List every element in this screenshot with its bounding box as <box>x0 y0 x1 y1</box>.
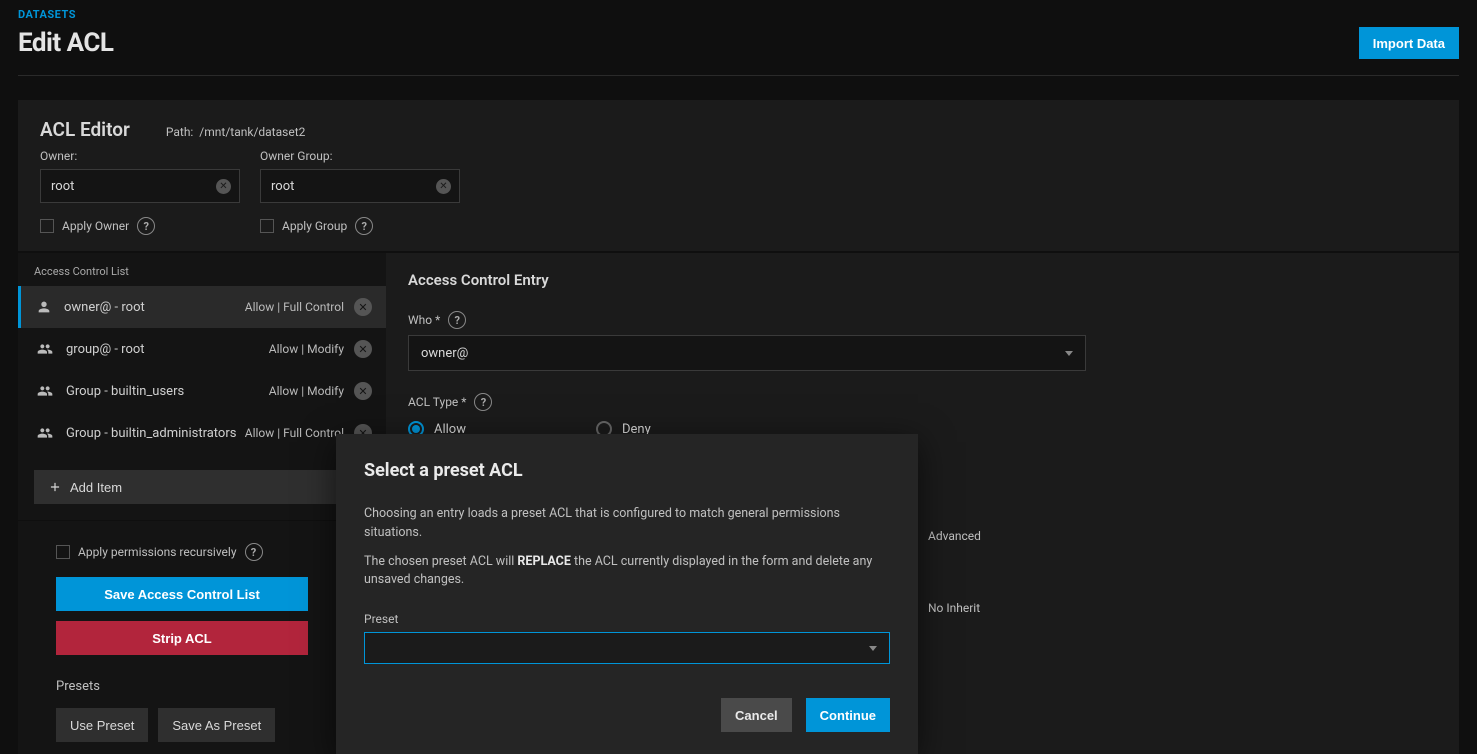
advanced-label: Advanced <box>928 529 981 543</box>
group-icon <box>36 383 54 399</box>
acl-item-builtin-users[interactable]: Group - builtin_users Allow | Modify ✕ <box>18 370 386 412</box>
no-inherit-label: No Inherit <box>928 601 980 615</box>
save-acl-button[interactable]: Save Access Control List <box>56 577 308 611</box>
person-icon <box>36 299 52 315</box>
who-select[interactable]: owner@ <box>408 335 1086 371</box>
cancel-button[interactable]: Cancel <box>721 698 792 732</box>
remove-acl-item-icon[interactable]: ✕ <box>354 298 372 316</box>
preset-field-label: Preset <box>364 612 890 626</box>
apply-recursive-checkbox[interactable] <box>56 545 70 559</box>
acl-list-header: Access Control List <box>18 253 386 286</box>
apply-group-checkbox[interactable] <box>260 219 274 233</box>
presets-heading: Presets <box>56 679 366 694</box>
apply-group-label: Apply Group <box>282 219 347 233</box>
add-item-label: Add Item <box>70 480 122 495</box>
owner-group-label: Owner Group: <box>260 149 460 163</box>
apply-owner-label: Apply Owner <box>62 219 129 233</box>
preset-modal: Select a preset ACL Choosing an entry lo… <box>336 434 918 754</box>
acl-item-perm: Allow | Full Control <box>245 300 344 314</box>
acl-item-perm: Allow | Full Control <box>245 426 344 440</box>
page-title: Edit ACL <box>18 28 113 58</box>
clear-owner-icon[interactable]: ✕ <box>216 179 231 194</box>
remove-acl-item-icon[interactable]: ✕ <box>354 340 372 358</box>
import-data-button[interactable]: Import Data <box>1359 27 1459 59</box>
acl-item-label: Group - builtin_administrators <box>66 426 236 441</box>
continue-button[interactable]: Continue <box>806 698 890 732</box>
who-value: owner@ <box>421 346 468 361</box>
path-display: Path: /mnt/tank/dataset2 <box>166 125 306 139</box>
clear-owner-group-icon[interactable]: ✕ <box>436 179 451 194</box>
group-icon <box>36 425 54 441</box>
remove-acl-item-icon[interactable]: ✕ <box>354 382 372 400</box>
apply-owner-checkbox[interactable] <box>40 219 54 233</box>
owner-group-value: root <box>271 179 294 194</box>
path-value: /mnt/tank/dataset2 <box>199 125 305 139</box>
owner-label: Owner: <box>40 149 240 163</box>
breadcrumb[interactable]: DATASETS <box>18 0 1459 21</box>
chevron-down-icon <box>1065 351 1073 356</box>
acl-item-label: Group - builtin_users <box>66 384 184 399</box>
plus-icon <box>48 480 62 494</box>
acl-editor-card: ACL Editor Path: /mnt/tank/dataset2 Owne… <box>18 100 1459 251</box>
help-icon[interactable]: ? <box>245 543 263 561</box>
path-label: Path: <box>166 125 193 139</box>
owner-input[interactable]: root ✕ <box>40 169 240 203</box>
group-icon <box>36 341 54 357</box>
modal-description-1: Choosing an entry loads a preset ACL tha… <box>364 505 890 543</box>
acl-sidebar: Access Control List owner@ - root Allow … <box>18 253 386 754</box>
save-as-preset-button[interactable]: Save As Preset <box>158 708 275 742</box>
modal-description-2: The chosen preset ACL will REPLACE the A… <box>364 553 890 591</box>
apply-recursive-label: Apply permissions recursively <box>78 545 237 559</box>
acl-type-label: ACL Type * <box>408 395 466 409</box>
help-icon[interactable]: ? <box>137 217 155 235</box>
who-label: Who * <box>408 313 440 327</box>
acl-item-label: group@ - root <box>66 342 145 357</box>
chevron-down-icon <box>869 646 877 651</box>
use-preset-button[interactable]: Use Preset <box>56 708 148 742</box>
acl-item-perm: Allow | Modify <box>269 384 344 398</box>
acl-editor-title: ACL Editor <box>40 118 130 141</box>
preset-select[interactable] <box>364 632 890 664</box>
acl-item-builtin-admins[interactable]: Group - builtin_administrators Allow | F… <box>18 412 386 454</box>
modal-title: Select a preset ACL <box>364 460 890 481</box>
help-icon[interactable]: ? <box>474 393 492 411</box>
owner-group-input[interactable]: root ✕ <box>260 169 460 203</box>
help-icon[interactable]: ? <box>355 217 373 235</box>
add-item-button[interactable]: Add Item <box>34 470 386 504</box>
ace-title: Access Control Entry <box>408 271 1437 289</box>
acl-item-owner[interactable]: owner@ - root Allow | Full Control ✕ <box>18 286 386 328</box>
acl-item-label: owner@ - root <box>64 300 145 315</box>
help-icon[interactable]: ? <box>448 311 466 329</box>
acl-item-group-root[interactable]: group@ - root Allow | Modify ✕ <box>18 328 386 370</box>
acl-item-perm: Allow | Modify <box>269 342 344 356</box>
owner-value: root <box>51 179 74 194</box>
strip-acl-button[interactable]: Strip ACL <box>56 621 308 655</box>
